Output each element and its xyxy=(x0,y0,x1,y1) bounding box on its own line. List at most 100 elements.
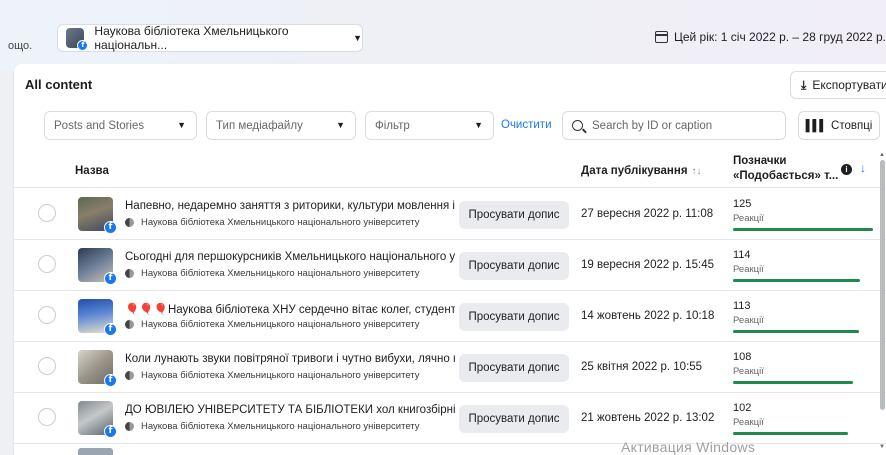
likes-bar xyxy=(733,381,853,384)
content-card: All content ⤓ Експортувати Posts and Sto… xyxy=(14,64,886,455)
scroll-down-icon[interactable]: ▼ xyxy=(879,444,885,450)
clear-filters-link[interactable]: Очистити xyxy=(501,119,552,131)
table-header: Назва Дата публікування ↑↓ Позначки «Подоб… xyxy=(14,152,886,188)
date-range-label: Цей рік: 1 січ 2022 р. – 28 груд 2022 р. xyxy=(673,30,886,44)
content-type-dropdown[interactable]: Posts and Stories ▼ xyxy=(44,111,197,140)
filter-bar: Posts and Stories ▼ Тип медіафайлу ▼ Філ… xyxy=(14,111,886,141)
post-date: 27 вересня 2022 р. 11:08 xyxy=(581,208,714,220)
chevron-down-icon: ▼ xyxy=(177,120,186,130)
breadcrumb-fragment: ощо. xyxy=(8,40,33,52)
export-button[interactable]: ⤓ Експортувати xyxy=(790,71,886,99)
boost-post-button[interactable]: Просувати допис xyxy=(459,201,569,229)
reactions-label: Реакції xyxy=(733,417,764,428)
table-row[interactable]: f ДО ЮВІЛЕЮ УНІВЕРСИТЕТУ ТА БІБЛІОТЕКИ х… xyxy=(14,393,886,444)
facebook-icon: f xyxy=(104,272,117,285)
facebook-icon: f xyxy=(104,425,117,438)
media-type-label: Тип медіафайлу xyxy=(216,119,303,132)
post-thumbnail xyxy=(78,448,113,455)
post-date: 14 жовтень 2022 р. 10:18 xyxy=(581,310,715,322)
post-page: Наукова бібліотека Хмельницького націона… xyxy=(125,217,420,228)
chevron-down-icon: ▼ xyxy=(336,120,345,130)
media-type-dropdown[interactable]: Тип медіафайлу ▼ xyxy=(206,111,356,140)
post-date: 19 вересня 2022 р. 15:45 xyxy=(581,259,715,271)
reactions-label: Реакції xyxy=(733,213,764,224)
likes-count: 125 xyxy=(733,198,752,210)
search-placeholder: Search by ID or caption xyxy=(592,119,713,132)
post-page: Наукова бібліотека Хмельницького націона… xyxy=(125,268,420,279)
chevron-down-icon: ▼ xyxy=(353,33,362,43)
post-thumbnail: f xyxy=(78,350,117,387)
post-page: Наукова бібліотека Хмельницького націона… xyxy=(125,421,420,432)
facebook-icon: f xyxy=(77,40,89,51)
likes-count: 113 xyxy=(733,300,751,312)
calendar-icon xyxy=(654,31,668,43)
post-date: 21 жовтень 2022 р. 13:02 xyxy=(581,412,715,424)
filter-label: Фільтр xyxy=(375,119,410,132)
row-radio[interactable] xyxy=(38,306,56,324)
boost-post-button[interactable]: Просувати допис xyxy=(459,303,569,331)
download-icon: ⤓ xyxy=(801,77,807,92)
post-title[interactable]: Сьогодні для першокурсників Хмельницьког… xyxy=(125,251,455,263)
likes-count: 114 xyxy=(733,249,751,261)
likes-bar xyxy=(733,330,859,333)
post-page-name: Наукова бібліотека Хмельницького націона… xyxy=(141,217,420,228)
vertical-scrollbar[interactable]: ▲ ▼ xyxy=(879,152,886,454)
globe-icon xyxy=(125,218,134,227)
post-date: 25 квітня 2022 р. 10:55 xyxy=(581,361,703,373)
globe-icon xyxy=(125,320,134,329)
post-title[interactable]: Напевно, недаремно заняття з риторики, к… xyxy=(125,200,455,212)
page-selector[interactable]: f Наукова бібліотека Хмельницького націо… xyxy=(57,24,363,52)
post-thumbnail: f xyxy=(78,248,117,285)
sort-down-icon[interactable]: ↓ xyxy=(860,161,866,175)
info-icon[interactable]: i xyxy=(841,164,852,175)
post-page-name: Наукова бібліотека Хмельницького націона… xyxy=(141,268,420,279)
facebook-icon: f xyxy=(104,374,117,387)
post-title[interactable]: ДО ЮВІЛЕЮ УНІВЕРСИТЕТУ ТА БІБЛІОТЕКИ хол… xyxy=(125,404,455,416)
likes-count: 102 xyxy=(733,402,752,414)
table-row[interactable]: f Напевно, недаремно заняття з риторики,… xyxy=(14,189,886,240)
page-avatar: f xyxy=(66,28,89,51)
reactions-label: Реакції xyxy=(733,264,764,275)
likes-header-line1: Позначки xyxy=(733,155,787,167)
top-bar: ощо. f Наукова бібліотека Хмельницького … xyxy=(0,0,886,70)
table-row[interactable]: f 🎈🎈🎈Наукова бібліотека ХНУ сердечно віт… xyxy=(14,291,886,342)
post-thumbnail: f xyxy=(78,401,117,438)
post-title[interactable]: 🎈🎈🎈Наукова бібліотека ХНУ сердечно вітає… xyxy=(125,302,455,316)
scrollbar-thumb[interactable] xyxy=(880,160,885,410)
globe-icon xyxy=(125,269,134,278)
row-radio[interactable] xyxy=(38,255,56,273)
column-header-name[interactable]: Назва xyxy=(75,165,109,177)
table-row[interactable]: f Коли лунають звуки повітряної тривоги … xyxy=(14,342,886,393)
post-title[interactable]: Коли лунають звуки повітряної тривоги і … xyxy=(125,353,455,365)
columns-button[interactable]: ▌▌▌ Стовпці xyxy=(798,111,880,140)
likes-bar xyxy=(733,279,860,282)
scroll-up-icon[interactable]: ▲ xyxy=(879,152,885,158)
post-thumbnail: f xyxy=(78,197,117,234)
boost-post-button[interactable]: Просувати допис xyxy=(459,405,569,433)
row-radio[interactable] xyxy=(38,357,56,375)
column-header-likes[interactable]: Позначки «Подобається» т... xyxy=(733,154,838,184)
windows-activation-watermark: Активация Windows xyxy=(621,439,756,455)
boost-post-button[interactable]: Просувати допис xyxy=(459,252,569,280)
table-row[interactable]: f Сьогодні для першокурсників Хмельницьк… xyxy=(14,240,886,291)
facebook-icon: f xyxy=(104,221,117,234)
likes-count: 108 xyxy=(733,351,752,363)
date-range-picker[interactable]: Цей рік: 1 січ 2022 р. – 28 груд 2022 р. xyxy=(654,30,886,44)
likes-bar xyxy=(733,432,848,435)
column-header-date[interactable]: Дата публікування ↑↓ xyxy=(581,165,702,177)
page-selector-label: Наукова бібліотека Хмельницького націона… xyxy=(94,24,289,52)
row-radio[interactable] xyxy=(38,204,56,222)
content-type-label: Posts and Stories xyxy=(54,119,145,132)
post-page-name: Наукова бібліотека Хмельницького націона… xyxy=(141,370,420,381)
reactions-label: Реакції xyxy=(733,366,764,377)
likes-bar xyxy=(733,228,873,231)
search-input[interactable]: Search by ID or caption xyxy=(562,111,786,140)
row-radio[interactable] xyxy=(38,408,56,426)
reactions-label: Реакції xyxy=(733,315,764,326)
search-icon xyxy=(572,120,583,131)
filter-dropdown[interactable]: Фільтр ▼ xyxy=(365,111,494,140)
post-page: Наукова бібліотека Хмельницького націона… xyxy=(125,319,420,330)
export-label: Експортувати xyxy=(812,78,886,92)
sort-icon: ↑↓ xyxy=(691,166,702,177)
boost-post-button[interactable]: Просувати допис xyxy=(459,354,569,382)
